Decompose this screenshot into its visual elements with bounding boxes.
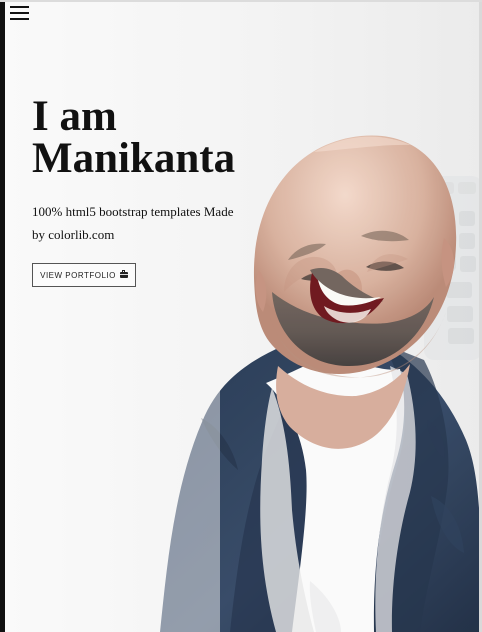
hero-content: I am Manikanta 100% html5 bootstrap temp… bbox=[32, 93, 267, 287]
briefcase-icon bbox=[119, 270, 128, 278]
view-portfolio-label: VIEW PORTFOLIO bbox=[40, 270, 116, 280]
hero-title: I am Manikanta bbox=[32, 93, 236, 182]
left-window-border bbox=[0, 0, 5, 632]
hamburger-menu-icon-line bbox=[10, 12, 29, 14]
view-portfolio-button[interactable]: VIEW PORTFOLIO bbox=[32, 263, 136, 287]
hamburger-menu-button[interactable] bbox=[10, 4, 29, 20]
top-window-border bbox=[0, 0, 482, 2]
hamburger-menu-icon-line bbox=[10, 18, 29, 20]
hero-description: 100% html5 bootstrap templates Made by c… bbox=[32, 204, 234, 242]
app-window: I am Manikanta 100% html5 bootstrap temp… bbox=[0, 0, 482, 632]
hamburger-menu-icon bbox=[10, 6, 29, 8]
